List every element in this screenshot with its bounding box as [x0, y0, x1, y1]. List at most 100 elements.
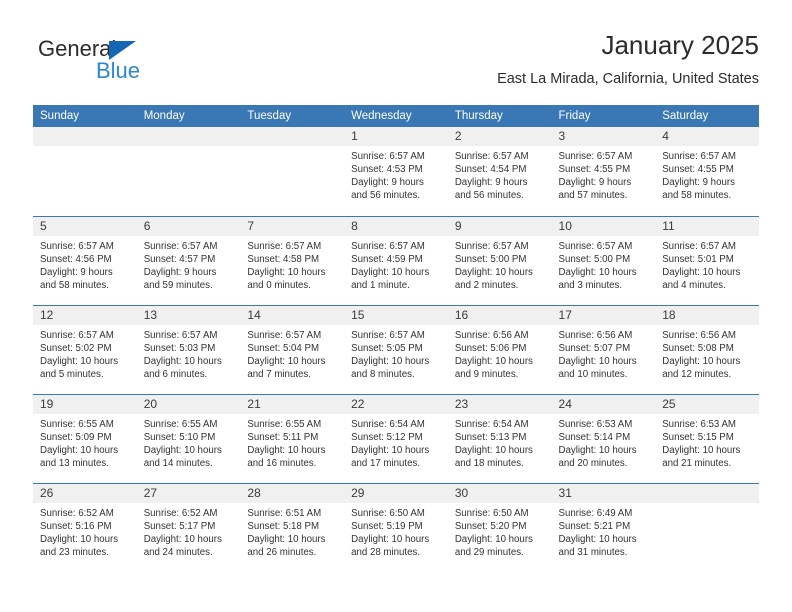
day-sun-info: Sunrise: 6:56 AM Sunset: 5:07 PM Daylight:… — [552, 325, 656, 381]
calendar-day-cell[interactable]: 24 Sunrise: 6:53 AM Sunset: 5:14 PM Dayligh… — [551, 393, 656, 483]
calendar-day-cell[interactable]: 28 Sunrise: 6:51 AM Sunset: 5:18 PM Dayligh… — [240, 482, 345, 572]
sunrise-text: Sunrise: 6:57 AM — [454, 240, 529, 252]
daylight-text-line2: and 58 minutes. — [40, 279, 109, 291]
daylight-text-line2: and 23 minutes. — [40, 546, 109, 558]
calendar-day-cell[interactable]: 15 Sunrise: 6:57 AM Sunset: 5:05 PM Dayligh… — [344, 304, 448, 394]
sunrise-text: Sunrise: 6:57 AM — [143, 329, 218, 341]
daylight-text-line1: Daylight: 10 hours — [454, 444, 533, 456]
sunrise-text: Sunrise: 6:55 AM — [143, 418, 218, 430]
day-number: 16 — [447, 305, 552, 325]
day-number: 12 — [33, 305, 137, 325]
page-subtitle: East La Mirada, California, United State… — [497, 71, 759, 87]
general-blue-logo[interactable]: General Blue — [38, 36, 218, 92]
daylight-text-line1: Daylight: 9 hours — [662, 177, 735, 189]
calendar-page: General Blue January 2025 East La Mirada… — [0, 0, 792, 612]
sunrise-text: Sunrise: 6:57 AM — [351, 329, 425, 341]
day-sun-info: Sunrise: 6:57 AM Sunset: 4:56 PM Daylight:… — [33, 236, 137, 292]
day-number — [33, 127, 137, 146]
calendar-day-cell[interactable]: 25 Sunrise: 6:53 AM Sunset: 5:15 PM Dayligh… — [655, 393, 759, 483]
calendar-day-cell[interactable]: 3 Sunrise: 6:57 AM Sunset: 4:55 PM Daylight… — [551, 127, 656, 216]
calendar-day-cell[interactable]: 8 Sunrise: 6:57 AM Sunset: 4:59 PM Daylight… — [344, 215, 448, 305]
sunrise-text: Sunrise: 6:57 AM — [558, 151, 633, 162]
calendar-day-cell[interactable]: 2 Sunrise: 6:57 AM Sunset: 4:54 PM Daylight… — [447, 127, 552, 216]
sunrise-text: Sunrise: 6:53 AM — [558, 418, 633, 430]
day-number: 13 — [136, 305, 241, 325]
day-sun-info: Sunrise: 6:57 AM Sunset: 4:55 PM Daylight:… — [655, 146, 759, 202]
calendar-day-cell[interactable]: 4 Sunrise: 6:57 AM Sunset: 4:55 PM Daylight… — [655, 127, 759, 216]
daylight-text-line1: Daylight: 10 hours — [351, 444, 430, 456]
sunset-text: Sunset: 4:55 PM — [558, 164, 631, 176]
day-sun-info: Sunrise: 6:57 AM Sunset: 4:59 PM Daylight:… — [344, 236, 448, 292]
day-number: 30 — [447, 483, 552, 503]
day-sun-info: Sunrise: 6:57 AM Sunset: 4:57 PM Daylight:… — [137, 236, 241, 292]
daylight-text-line1: Daylight: 10 hours — [662, 266, 741, 278]
calendar-day-cell[interactable]: 27 Sunrise: 6:52 AM Sunset: 5:17 PM Dayligh… — [136, 482, 241, 572]
sunset-text: Sunset: 5:20 PM — [454, 520, 527, 532]
calendar-day-cell[interactable]: 23 Sunrise: 6:54 AM Sunset: 5:13 PM Dayligh… — [447, 393, 552, 483]
sunrise-text: Sunrise: 6:57 AM — [351, 151, 425, 162]
calendar-day-cell[interactable]: 13 Sunrise: 6:57 AM Sunset: 5:03 PM Dayligh… — [136, 304, 241, 394]
calendar-day-cell[interactable]: 31 Sunrise: 6:49 AM Sunset: 5:21 PM Dayligh… — [551, 482, 656, 572]
day-sun-info: Sunrise: 6:57 AM Sunset: 5:01 PM Daylight:… — [655, 236, 759, 292]
sunset-text: Sunset: 5:09 PM — [40, 431, 112, 443]
day-sun-info: Sunrise: 6:56 AM Sunset: 5:06 PM Daylight:… — [448, 325, 552, 381]
calendar-cell-empty — [655, 482, 759, 572]
calendar-body: 1 Sunrise: 6:57 AM Sunset: 4:53 PM Daylight… — [33, 127, 759, 572]
day-sun-info: Sunrise: 6:57 AM Sunset: 4:55 PM Daylight:… — [552, 146, 656, 202]
day-sun-info: Sunrise: 6:50 AM Sunset: 5:19 PM Daylight:… — [344, 503, 448, 559]
calendar-day-cell[interactable]: 18 Sunrise: 6:56 AM Sunset: 5:08 PM Dayligh… — [655, 304, 759, 394]
calendar-day-cell[interactable]: 19 Sunrise: 6:55 AM Sunset: 5:09 PM Dayligh… — [33, 393, 137, 483]
calendar-day-cell[interactable]: 21 Sunrise: 6:55 AM Sunset: 5:11 PM Dayligh… — [240, 393, 345, 483]
day-sun-info: Sunrise: 6:53 AM Sunset: 5:14 PM Daylight:… — [552, 414, 656, 470]
calendar-day-cell[interactable]: 20 Sunrise: 6:55 AM Sunset: 5:10 PM Dayligh… — [136, 393, 241, 483]
sunrise-text: Sunrise: 6:56 AM — [454, 329, 529, 341]
day-sun-info: Sunrise: 6:52 AM Sunset: 5:17 PM Daylight:… — [137, 503, 241, 559]
daylight-text-line1: Daylight: 10 hours — [351, 355, 430, 367]
calendar-day-cell[interactable]: 7 Sunrise: 6:57 AM Sunset: 4:58 PM Daylight… — [240, 215, 345, 305]
daylight-text-line2: and 18 minutes. — [454, 457, 524, 469]
sunset-text: Sunset: 5:04 PM — [247, 342, 320, 354]
calendar-day-cell[interactable]: 11 Sunrise: 6:57 AM Sunset: 5:01 PM Dayligh… — [655, 215, 759, 305]
day-number: 11 — [655, 216, 759, 236]
calendar-day-cell[interactable]: 9 Sunrise: 6:57 AM Sunset: 5:00 PM Daylight… — [447, 215, 552, 305]
sunset-text: Sunset: 4:59 PM — [351, 253, 423, 265]
calendar-day-cell[interactable]: 6 Sunrise: 6:57 AM Sunset: 4:57 PM Daylight… — [136, 215, 241, 305]
calendar-day-cell[interactable]: 1 Sunrise: 6:57 AM Sunset: 4:53 PM Daylight… — [344, 127, 448, 216]
day-number: 4 — [655, 127, 759, 146]
calendar-day-cell[interactable]: 22 Sunrise: 6:54 AM Sunset: 5:12 PM Dayligh… — [344, 393, 448, 483]
calendar-day-cell[interactable]: 17 Sunrise: 6:56 AM Sunset: 5:07 PM Dayligh… — [551, 304, 656, 394]
daylight-text-line1: Daylight: 10 hours — [40, 444, 119, 456]
calendar-day-cell[interactable]: 14 Sunrise: 6:57 AM Sunset: 5:04 PM Dayligh… — [240, 304, 345, 394]
sunrise-text: Sunrise: 6:50 AM — [454, 507, 529, 519]
daylight-text-line1: Daylight: 9 hours — [558, 177, 632, 189]
day-number: 2 — [447, 127, 552, 146]
weekday-header-wednesday: Wednesday — [344, 105, 448, 127]
sunset-text: Sunset: 5:06 PM — [454, 342, 527, 354]
daylight-text-line2: and 21 minutes. — [662, 457, 732, 469]
calendar-day-cell[interactable]: 26 Sunrise: 6:52 AM Sunset: 5:16 PM Dayligh… — [33, 482, 137, 572]
daylight-text-line2: and 57 minutes. — [558, 190, 628, 202]
calendar-day-cell[interactable]: 10 Sunrise: 6:57 AM Sunset: 5:00 PM Dayligh… — [551, 215, 656, 305]
sunset-text: Sunset: 4:54 PM — [454, 164, 527, 176]
calendar-cell-empty — [33, 127, 137, 216]
daylight-text-line2: and 20 minutes. — [558, 457, 628, 469]
daylight-text-line2: and 6 minutes. — [143, 368, 208, 380]
daylight-text-line1: Daylight: 10 hours — [247, 355, 326, 367]
calendar-day-cell[interactable]: 30 Sunrise: 6:50 AM Sunset: 5:20 PM Dayligh… — [447, 482, 552, 572]
daylight-text-line2: and 17 minutes. — [351, 457, 421, 469]
day-number: 1 — [344, 127, 448, 146]
day-number: 17 — [551, 305, 656, 325]
calendar-day-cell[interactable]: 5 Sunrise: 6:57 AM Sunset: 4:56 PM Daylight… — [33, 215, 137, 305]
sunrise-text: Sunrise: 6:52 AM — [40, 507, 114, 519]
sunrise-text: Sunrise: 6:57 AM — [351, 240, 425, 252]
daylight-text-line2: and 7 minutes. — [247, 368, 311, 380]
calendar-day-cell[interactable]: 29 Sunrise: 6:50 AM Sunset: 5:19 PM Dayligh… — [344, 482, 448, 572]
calendar-week-row: 26 Sunrise: 6:52 AM Sunset: 5:16 PM Dayligh… — [33, 482, 759, 572]
sunrise-text: Sunrise: 6:57 AM — [662, 151, 736, 162]
daylight-text-line2: and 2 minutes. — [454, 279, 519, 291]
daylight-text-line1: Daylight: 10 hours — [454, 266, 533, 278]
sunset-text: Sunset: 4:58 PM — [247, 253, 320, 265]
calendar-day-cell[interactable]: 12 Sunrise: 6:57 AM Sunset: 5:02 PM Dayligh… — [33, 304, 137, 394]
daylight-text-line1: Daylight: 10 hours — [558, 444, 637, 456]
calendar-day-cell[interactable]: 16 Sunrise: 6:56 AM Sunset: 5:06 PM Dayligh… — [447, 304, 552, 394]
